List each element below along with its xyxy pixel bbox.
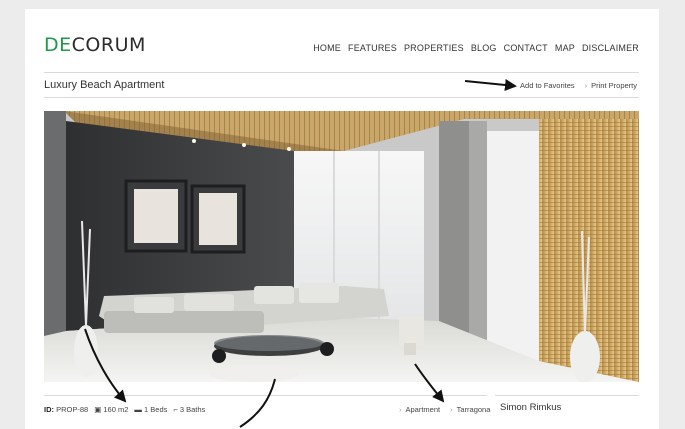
beds-meta: ▬ 1 Beds — [134, 405, 167, 414]
add-to-favorites-label: Add to Favorites — [520, 81, 575, 90]
divider — [495, 395, 639, 396]
logo-accent: DE — [44, 34, 72, 56]
main-nav: HOME FEATURES PROPERTIES BLOG CONTACT MA… — [306, 43, 639, 53]
property-actions: › Add to Favorites › Print Property — [514, 81, 637, 90]
add-to-favorites-link[interactable]: › Add to Favorites — [514, 81, 575, 90]
divider — [44, 395, 487, 396]
chevron-right-icon: › — [399, 405, 402, 414]
nav-map[interactable]: MAP — [555, 43, 575, 53]
property-title: Luxury Beach Apartment — [44, 79, 165, 91]
logo-text: CORUM — [71, 34, 146, 56]
property-meta: ID: PROP-88 ▣ 160 m2 ▬ 1 Beds ⌐ 3 Baths — [44, 405, 205, 414]
nav-contact[interactable]: CONTACT — [504, 43, 548, 53]
agent-name[interactable]: Simon Rimkus — [500, 402, 561, 413]
print-property-link[interactable]: › Print Property — [585, 81, 637, 90]
nav-properties[interactable]: PROPERTIES — [404, 43, 464, 53]
city-label: Tarragona — [456, 405, 491, 414]
id-value: PROP-88 — [56, 405, 89, 414]
beds-value: 1 Beds — [144, 405, 168, 414]
type-label: Apartment — [405, 405, 441, 414]
page: DECORUM HOME FEATURES PROPERTIES BLOG CO… — [25, 9, 659, 429]
nav-home[interactable]: HOME — [313, 43, 341, 53]
bed-icon: ▬ — [134, 405, 142, 414]
logo[interactable]: DECORUM — [44, 34, 146, 56]
area-meta: ▣ 160 m2 — [94, 405, 128, 414]
baths-value: 3 Baths — [179, 405, 206, 414]
bath-icon: ⌐ — [173, 405, 178, 414]
nav-blog[interactable]: BLOG — [471, 43, 497, 53]
divider — [44, 72, 639, 73]
chevron-right-icon: › — [450, 405, 453, 414]
type-link[interactable]: › Apartment — [399, 405, 440, 414]
chevron-right-icon: › — [513, 81, 517, 90]
property-location: › Apartment › Tarragona — [399, 405, 490, 414]
print-property-label: Print Property — [591, 81, 637, 90]
chevron-right-icon: › — [584, 81, 588, 90]
id-label: ID: — [44, 405, 54, 414]
divider — [44, 97, 639, 98]
arrow-favorites — [464, 79, 517, 91]
living-room-image — [44, 111, 639, 382]
baths-meta: ⌐ 3 Baths — [173, 405, 205, 414]
city-link[interactable]: › Tarragona — [450, 405, 490, 414]
property-id: ID: PROP-88 — [44, 405, 88, 414]
nav-features[interactable]: FEATURES — [348, 43, 397, 53]
property-photo[interactable] — [44, 111, 639, 382]
area-icon: ▣ — [94, 405, 102, 414]
nav-disclaimer[interactable]: DISCLAIMER — [582, 43, 639, 53]
area-value: 160 m2 — [103, 405, 129, 414]
